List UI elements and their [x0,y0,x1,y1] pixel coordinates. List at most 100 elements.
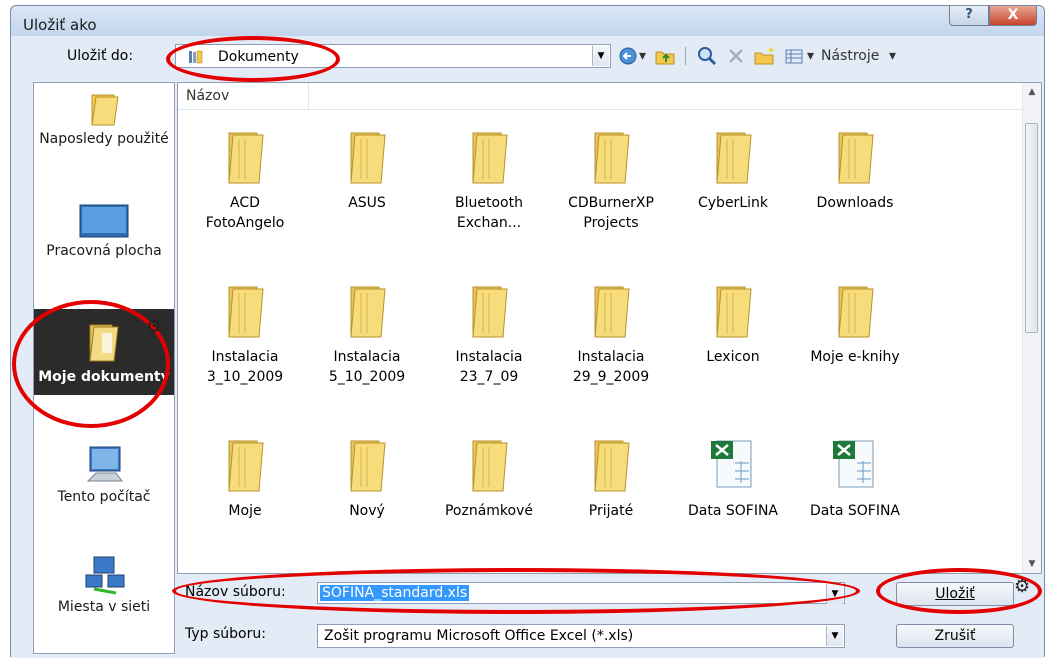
folder-icon [716,132,752,184]
help-button[interactable]: ? [949,6,989,26]
up-folder-icon[interactable] [653,44,677,68]
network-icon [85,556,125,595]
place-recent[interactable]: Naposledy použité [34,89,174,147]
file-item[interactable]: Data SOFINA [800,433,910,521]
folder-icon [228,286,264,338]
folder-item[interactable]: Downloads [800,125,910,213]
computer-icon [86,446,123,482]
excel-file-icon [711,440,752,488]
file-type-select[interactable]: Zošit programu Microsoft Office Excel (*… [317,624,845,648]
folder-item[interactable]: Poznámkové [434,433,544,521]
desktop-icon [79,204,129,238]
item-label: Moje e-knihy [810,349,900,365]
folder-icon [838,132,874,184]
excel-file-icon [833,440,874,488]
place-desktop[interactable]: Pracovná plocha [34,201,174,259]
delete-icon[interactable] [725,44,747,68]
folder-item[interactable]: Instalacia 23_7_09 [434,279,544,387]
look-in-dropdown-button[interactable]: ▼ [592,46,609,66]
column-header-name[interactable]: Názov [186,88,229,104]
place-computer[interactable]: Tento počítač [34,443,174,505]
folder-icon [838,286,874,338]
item-label: Data SOFINA [809,503,900,519]
title-bar[interactable]: Uložiť ako ? X [11,6,1044,36]
folder-icon [350,286,386,338]
folder-item[interactable]: Instalacia 5_10_2009 [312,279,422,387]
folder-icon [228,440,264,492]
back-icon[interactable] [617,44,639,68]
folder-icon [350,132,386,184]
toolbar-separator [685,47,686,65]
item-label: Nový [349,503,385,519]
folder-item[interactable]: ACD FotoAngelo [190,125,300,233]
item-label: Downloads [816,195,894,211]
folder-item[interactable]: Moje e-knihy [800,279,910,367]
item-label: Lexicon [706,349,760,365]
place-label: Tento počítač [57,489,151,505]
look-in-label: Uložiť do: [67,48,134,64]
folder-icon [594,132,630,184]
folder-icon [594,286,630,338]
place-network[interactable]: Miesta v sieti [34,553,174,615]
cancel-button[interactable]: Zrušiť [896,624,1014,648]
item-label: Data SOFINA [687,503,778,519]
views-dropdown-icon[interactable]: ▾ [807,44,814,68]
item-label: Prijaté [588,503,634,519]
folder-item[interactable]: Nový [312,433,422,521]
item-label: ASUS [348,195,386,211]
item-label: ACD FotoAngelo [205,195,285,231]
views-icon[interactable] [783,44,805,68]
item-label: Instalacia 23_7_09 [455,349,523,385]
item-label: Poznámkové [444,503,534,519]
scroll-up-arrow-icon[interactable]: ▲ [1023,83,1041,101]
folder-item[interactable]: ASUS [312,125,422,213]
search-web-icon[interactable] [695,44,719,68]
busy-cursor-icon: ⚙ [146,316,163,337]
new-folder-icon[interactable] [753,44,777,68]
folder-icon [472,286,508,338]
scroll-thumb[interactable] [1025,123,1038,333]
tools-menu[interactable]: Nástroje [821,44,879,68]
back-dropdown-icon[interactable]: ▾ [639,44,646,68]
item-label: Bluetooth Exchan... [455,195,523,231]
recent-folder-icon [91,94,119,126]
close-button[interactable]: X [989,6,1037,26]
folder-item[interactable]: Lexicon [678,279,788,367]
item-label: Instalacia 29_9_2009 [572,349,650,385]
folder-icon [472,132,508,184]
item-label: Instalacia 5_10_2009 [328,349,406,385]
folder-icon [228,132,264,184]
column-header-row: Názov [178,83,1023,110]
highlight-ring-look-in [166,36,340,82]
folder-item[interactable]: Prijaté [556,433,666,521]
file-list: Názov ACD FotoAngelo ASUS Bluetooth Exchan… [177,82,1042,574]
place-label: Naposledy použité [39,131,169,147]
item-label: CDBurnerXP Projects [568,195,654,231]
file-item[interactable]: Data SOFINA [678,433,788,521]
folder-item[interactable]: Instalacia 3_10_2009 [190,279,300,387]
folder-item[interactable]: Instalacia 29_9_2009 [556,279,666,387]
place-label: Pracovná plocha [46,243,162,259]
vertical-scrollbar[interactable]: ▲ ▼ [1022,83,1041,573]
place-label: Miesta v sieti [57,599,151,615]
tools-dropdown-icon[interactable]: ▾ [889,44,896,68]
folder-item[interactable]: Moje [190,433,300,521]
file-type-value: Zošit programu Microsoft Office Excel (*… [324,628,634,644]
busy-cursor-icon: ⚙ [1014,576,1031,597]
save-as-dialog: Uložiť ako ? X Uložiť do: Dokumenty ▼ ▾ [10,5,1045,658]
file-type-label: Typ súboru: [185,626,266,642]
folder-item[interactable]: CDBurnerXP Projects [556,125,666,233]
folder-icon [472,440,508,492]
folder-icon [594,440,630,492]
folder-icon [716,286,752,338]
dialog-title: Uložiť ako [23,16,97,34]
folder-icon [350,440,386,492]
item-label: Moje [228,503,262,519]
scroll-down-arrow-icon[interactable]: ▼ [1023,555,1041,573]
item-label: Instalacia 3_10_2009 [206,349,284,385]
folder-item[interactable]: Bluetooth Exchan... [434,125,544,233]
folder-item[interactable]: CyberLink [678,125,788,213]
column-divider[interactable] [308,83,309,109]
file-type-dropdown-button[interactable]: ▼ [826,626,843,646]
highlight-ring-file-name [172,568,860,614]
